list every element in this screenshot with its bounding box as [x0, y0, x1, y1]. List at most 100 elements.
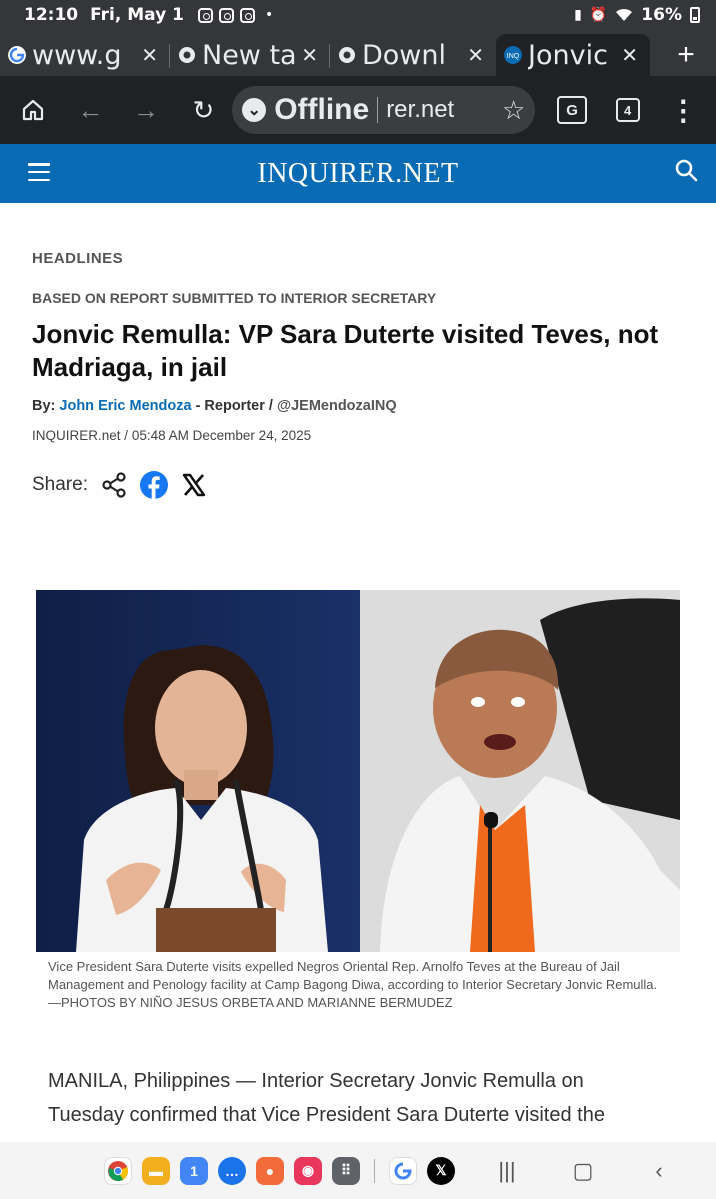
- author-handle[interactable]: @JEMendozaINQ: [277, 398, 397, 414]
- back-nav-button[interactable]: ‹: [639, 1158, 679, 1184]
- close-tab-icon[interactable]: ✕: [467, 43, 484, 67]
- section-label[interactable]: HEADLINES: [32, 250, 682, 267]
- article-photo: [36, 590, 680, 952]
- more-notifications-dot-icon: •: [264, 7, 274, 23]
- tab-title: www.g: [32, 39, 122, 71]
- body-paragraph-line: Tuesday confirmed that Vice President Sa…: [48, 1104, 605, 1126]
- camera-icon: ◉: [301, 1162, 315, 1178]
- share-icon[interactable]: [100, 471, 128, 499]
- tab-title: Downl: [362, 39, 447, 71]
- wifi-icon: [616, 8, 633, 21]
- arrow-left-icon: ←: [77, 94, 104, 125]
- home-button[interactable]: [10, 87, 56, 133]
- author-role: - Reporter /: [195, 398, 273, 414]
- google-icon: [394, 1162, 412, 1179]
- google-icon: [8, 46, 26, 64]
- hamburger-menu-icon[interactable]: [28, 163, 50, 181]
- person-icon: ●: [265, 1162, 275, 1179]
- calendar-app-icon[interactable]: 1: [180, 1156, 208, 1185]
- facebook-icon[interactable]: [139, 471, 168, 499]
- offline-icon: ⌄: [242, 98, 267, 122]
- back-button[interactable]: ←: [68, 87, 114, 133]
- browser-tab[interactable]: Downl ✕: [330, 34, 496, 76]
- chrome-icon: [179, 47, 195, 63]
- chrome-app-icon[interactable]: [104, 1156, 132, 1185]
- close-tab-icon[interactable]: ✕: [621, 43, 638, 67]
- omnibox-divider: [377, 97, 379, 123]
- date-separator: /: [124, 428, 129, 443]
- reload-button[interactable]: ↻: [181, 87, 227, 133]
- url-text[interactable]: rer.net: [386, 96, 502, 124]
- site-logo[interactable]: INQUIRER.NET: [257, 158, 458, 190]
- battery-saver-icon: ▮: [574, 7, 582, 23]
- status-time: 12:10: [24, 5, 79, 25]
- article-body: MANILA, Philippines — Interior Secretary…: [48, 1064, 668, 1132]
- recents-button[interactable]: |||: [487, 1158, 527, 1184]
- tab-strip: www.g ✕ New ta ✕ Downl ✕ INQ Jonvic ✕ +: [0, 30, 716, 76]
- browser-tab-active[interactable]: INQ Jonvic ✕: [496, 34, 650, 76]
- by-label: By:: [32, 398, 56, 414]
- article: HEADLINES BASED ON REPORT SUBMITTED TO I…: [32, 203, 682, 499]
- instagram-notification-icon: [239, 7, 255, 23]
- author-link[interactable]: John Eric Mendoza: [59, 398, 191, 414]
- battery-percent: 16%: [641, 5, 682, 25]
- x-logo-icon: 𝕏: [435, 1162, 447, 1178]
- address-bar[interactable]: ⌄ Offline rer.net ☆: [232, 86, 536, 134]
- article-kicker: BASED ON REPORT SUBMITTED TO INTERIOR SE…: [32, 290, 437, 306]
- contacts-app-icon[interactable]: ●: [256, 1156, 284, 1185]
- site-header: INQUIRER.NET: [0, 144, 716, 203]
- home-circle-icon: ▢: [572, 1157, 594, 1183]
- menu-button[interactable]: ⋮: [660, 87, 706, 133]
- offline-label: Offline: [274, 93, 370, 126]
- instagram-notification-icon: [218, 7, 234, 23]
- alarm-icon: ⏰: [589, 7, 608, 23]
- translate-button[interactable]: G: [549, 87, 595, 133]
- body-paragraph-line: MANILA, Philippines — Interior Secretary…: [48, 1070, 584, 1092]
- translate-icon: G: [557, 96, 588, 124]
- home-icon: [22, 99, 43, 121]
- tab-switcher-button[interactable]: 4: [605, 87, 651, 133]
- bookmark-star-icon[interactable]: ☆: [502, 95, 525, 126]
- close-tab-icon[interactable]: ✕: [301, 43, 318, 67]
- status-bar: 12:10 Fri, May 1 • ▮ ⏰ 16%: [0, 0, 716, 30]
- camera-app-icon[interactable]: ◉: [294, 1156, 322, 1185]
- status-date: Fri, May 1: [90, 5, 184, 25]
- photo-sara-duterte: [36, 590, 360, 952]
- google-app-icon[interactable]: [389, 1156, 417, 1185]
- tab-title: Jonvic: [528, 39, 608, 71]
- new-tab-button[interactable]: +: [656, 34, 716, 76]
- source-label: INQUIRER.net: [32, 428, 121, 443]
- battery-icon: [690, 7, 700, 23]
- chrome-icon: [108, 1160, 128, 1181]
- recents-icon: |||: [498, 1157, 516, 1183]
- browser-toolbar: ← → ↻ ⌄ Offline rer.net ☆ G 4 ⋮: [0, 76, 716, 144]
- photo-caption: Vice President Sara Duterte visits expel…: [48, 959, 658, 1010]
- more-vertical-icon: ⋮: [669, 94, 698, 126]
- svg-text:INQ: INQ: [507, 53, 520, 60]
- browser-tab[interactable]: New ta ✕: [170, 34, 330, 76]
- dock-divider: [374, 1158, 375, 1183]
- browser-tab[interactable]: www.g ✕: [0, 34, 170, 76]
- home-nav-button[interactable]: ▢: [563, 1158, 603, 1184]
- files-app-icon[interactable]: ▬: [142, 1156, 170, 1185]
- reload-icon: ↻: [192, 94, 215, 125]
- share-bar: Share:: [32, 471, 682, 499]
- byline: By: John Eric Mendoza - Reporter / @JEMe…: [32, 398, 682, 414]
- x-twitter-icon[interactable]: [180, 471, 208, 499]
- dateline: INQUIRER.net / 05:48 AM December 24, 202…: [32, 428, 682, 443]
- calendar-day: 1: [190, 1162, 198, 1179]
- inquirer-icon: INQ: [504, 46, 522, 64]
- search-icon[interactable]: [674, 158, 700, 184]
- publish-datetime: 05:48 AM December 24, 2025: [131, 428, 312, 443]
- grid-icon: ⠿: [340, 1162, 352, 1178]
- close-tab-icon[interactable]: ✕: [141, 43, 158, 67]
- messages-app-icon[interactable]: …: [218, 1156, 246, 1185]
- x-app-icon[interactable]: 𝕏: [427, 1156, 455, 1185]
- share-label: Share:: [32, 474, 88, 495]
- folder-icon: ▬: [149, 1162, 163, 1179]
- arrow-right-icon: →: [132, 94, 159, 125]
- tab-title: New ta: [202, 39, 297, 71]
- app-drawer-icon[interactable]: ⠿: [332, 1156, 360, 1185]
- tab-count: 4: [615, 98, 640, 122]
- forward-button[interactable]: →: [123, 87, 169, 133]
